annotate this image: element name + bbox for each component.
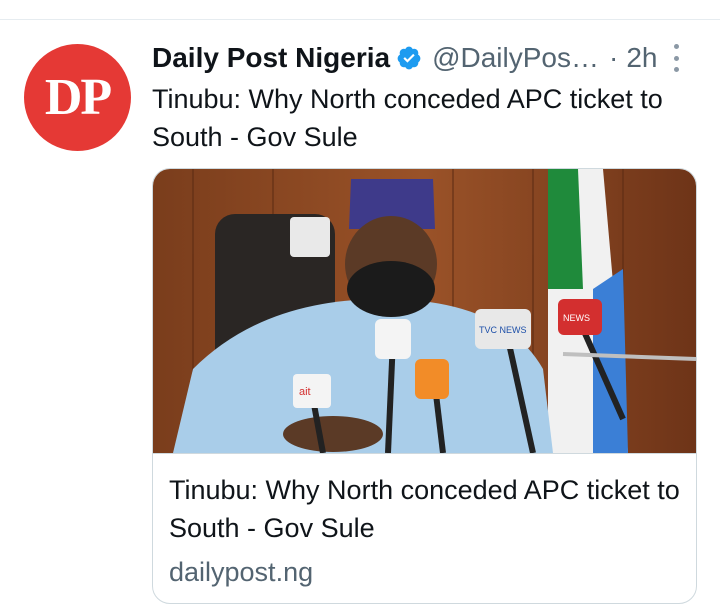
timestamp[interactable]: 2h [626,42,657,74]
card-title: Tinubu: Why North conceded APC ticket to… [169,475,680,543]
more-options-icon[interactable] [666,44,686,72]
verified-badge-icon [397,46,421,70]
author-name[interactable]: Daily Post Nigeria [152,42,390,74]
avatar[interactable]: DP [24,44,131,151]
avatar-logo-text: DP [44,68,112,126]
divider [0,19,720,20]
mic-label-news: NEWS [563,313,590,323]
mic-label-ait: ait [299,386,311,398]
tweet-header: Daily Post Nigeria @DailyPos… · 2h [152,38,704,78]
tweet-text: Tinubu: Why North conceded APC ticket to… [152,84,663,152]
card-domain: dailypost.ng [169,557,314,587]
mic-label-tvc: TVC NEWS [479,325,527,335]
link-card[interactable]: ait TVC NEWS NEWS Tinubu: Why North conc… [152,168,697,604]
author-handle[interactable]: @DailyPos… [432,42,599,74]
separator-dot: · [609,42,619,73]
card-image: ait TVC NEWS NEWS [153,169,696,454]
